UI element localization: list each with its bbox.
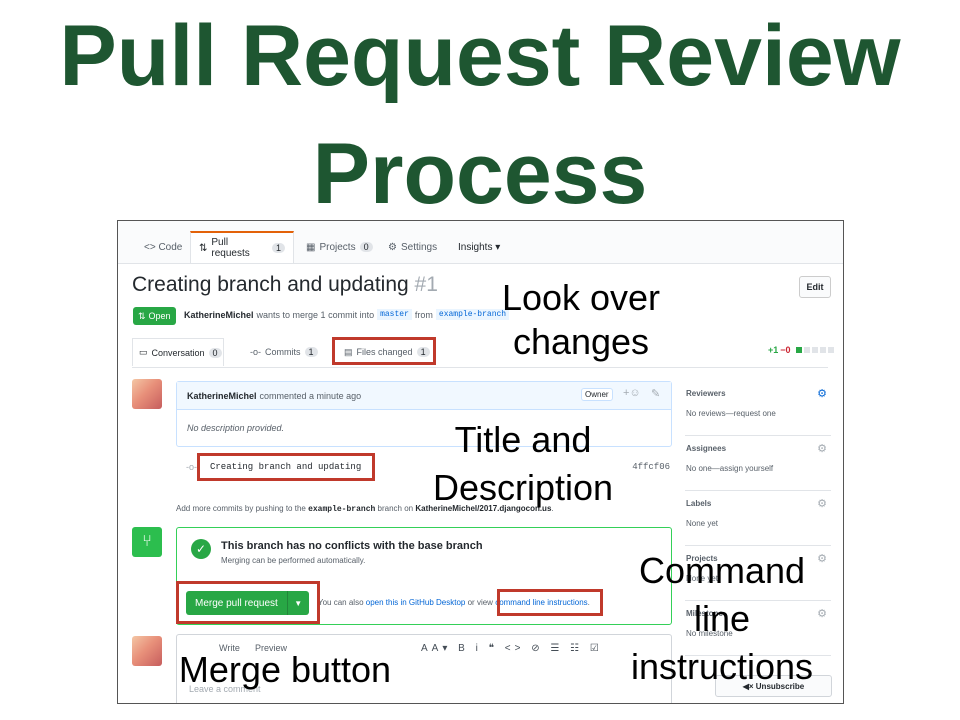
highlight-files-changed xyxy=(332,337,436,365)
diffstat: +1 −0 xyxy=(768,345,834,355)
commit-icon: -o- xyxy=(250,347,261,357)
highlight-merge-button xyxy=(176,581,320,624)
tab-count: 1 xyxy=(271,243,285,253)
commit-icon: -o- xyxy=(186,462,197,472)
pr-title: Creating branch and updating #1 xyxy=(132,273,438,296)
highlight-command-line xyxy=(497,589,603,616)
repo-nav: <> Code ⇅ Pull requests 1 ▦ Projects 0 ⚙ … xyxy=(118,221,843,264)
tab-insights[interactable]: Insights ▾ xyxy=(450,231,508,263)
pencil-icon[interactable]: ✎ xyxy=(651,387,660,400)
tab-settings[interactable]: ⚙ Settings xyxy=(380,231,445,263)
avatar[interactable] xyxy=(132,379,162,409)
tab-pull-requests[interactable]: ⇅ Pull requests 1 xyxy=(190,231,294,263)
pr-meta: KatherineMichel wants to merge 1 commit … xyxy=(184,309,510,320)
gear-icon[interactable]: ⚙ xyxy=(817,497,827,510)
owner-badge: Owner xyxy=(581,388,613,401)
merge-icon: ⑂ xyxy=(132,527,162,557)
annotation-merge-button: Merge button xyxy=(178,649,392,690)
github-desktop-link[interactable]: open this in GitHub Desktop xyxy=(366,598,466,607)
pull-request-icon: ⇅ xyxy=(138,310,146,321)
slide-title-line-2: Process xyxy=(312,126,648,222)
slide-title-line-1: Pull Request Review xyxy=(59,8,901,104)
sidebar-labels: Labels None yet ⚙ xyxy=(685,491,831,546)
merge-status-title: This branch has no conflicts with the ba… xyxy=(221,540,483,552)
comment-icon: ▭ xyxy=(139,347,148,357)
check-icon: ✓ xyxy=(191,539,211,559)
merge-status-subtitle: Merging can be performed automatically. xyxy=(221,556,366,565)
pull-request-icon: ⇅ xyxy=(199,242,208,254)
tab-commits[interactable]: -o- Commits 1 xyxy=(244,338,324,366)
tab-projects[interactable]: ▦ Projects 0 xyxy=(298,231,381,263)
formatting-toolbar[interactable]: AA▾ B i ❝ <> ⊘ ☰ ☷ ☑ xyxy=(421,643,603,654)
sidebar-assignees: Assignees No one—assign yourself ⚙ xyxy=(685,436,831,491)
status-badge: ⇅ Open xyxy=(133,307,176,325)
tab-code[interactable]: <> Code xyxy=(136,231,190,263)
annotation-title-description: Title and Description xyxy=(432,419,614,508)
tab-conversation[interactable]: ▭ Conversation 0 xyxy=(132,338,224,366)
emoji-reaction-icon[interactable]: +☺ xyxy=(623,387,641,399)
edit-button[interactable]: Edit xyxy=(799,276,831,298)
sidebar-reviewers: Reviewers No reviews—request one ⚙ xyxy=(685,381,831,436)
annotation-look-over-changes: Look over changes xyxy=(501,277,661,362)
annotation-command-line: Command line instructions xyxy=(630,550,814,687)
pr-number: #1 xyxy=(414,273,438,296)
avatar[interactable] xyxy=(132,636,162,666)
gear-icon[interactable]: ⚙ xyxy=(817,387,827,400)
base-branch: master xyxy=(377,309,412,320)
gear-icon[interactable]: ⚙ xyxy=(817,442,827,455)
highlight-commit xyxy=(197,453,375,481)
project-icon: ▦ xyxy=(306,241,316,253)
gear-icon: ⚙ xyxy=(388,241,397,253)
author-link[interactable]: KatherineMichel xyxy=(184,310,254,320)
